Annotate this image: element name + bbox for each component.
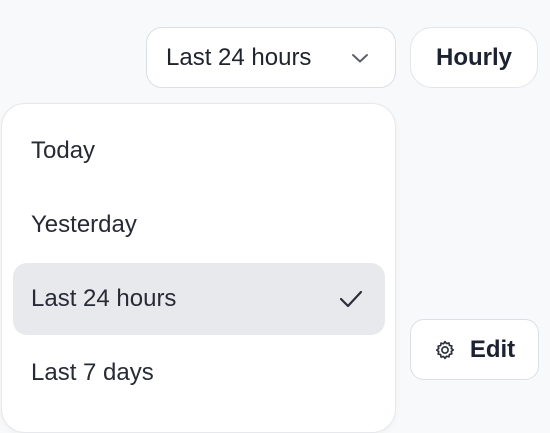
menu-item-label: Last 24 hours [31, 285, 177, 312]
menu-item-last-7-days[interactable]: Last 7 days [13, 337, 385, 409]
time-range-select-value: Last 24 hours [166, 43, 312, 71]
edit-button-label: Edit [469, 335, 516, 363]
chevron-down-icon [352, 53, 368, 62]
menu-item-label: Last 7 days [31, 359, 154, 386]
edit-button[interactable]: Edit [410, 319, 539, 380]
menu-item-label: Today [31, 137, 96, 164]
granularity-button-label: Hourly [435, 43, 512, 71]
menu-item-label: Yesterday [31, 211, 137, 238]
granularity-button[interactable]: Hourly [410, 27, 538, 88]
menu-item-yesterday[interactable]: Yesterday [13, 189, 385, 261]
time-range-select[interactable]: Last 24 hours [146, 27, 396, 88]
menu-item-today[interactable]: Today [13, 115, 385, 187]
time-range-dropdown: Today Yesterday Last 24 hours Last 7 day… [1, 103, 396, 433]
menu-item-last-24-hours[interactable]: Last 24 hours [13, 263, 385, 335]
check-icon [339, 290, 363, 308]
gear-icon [435, 340, 454, 359]
